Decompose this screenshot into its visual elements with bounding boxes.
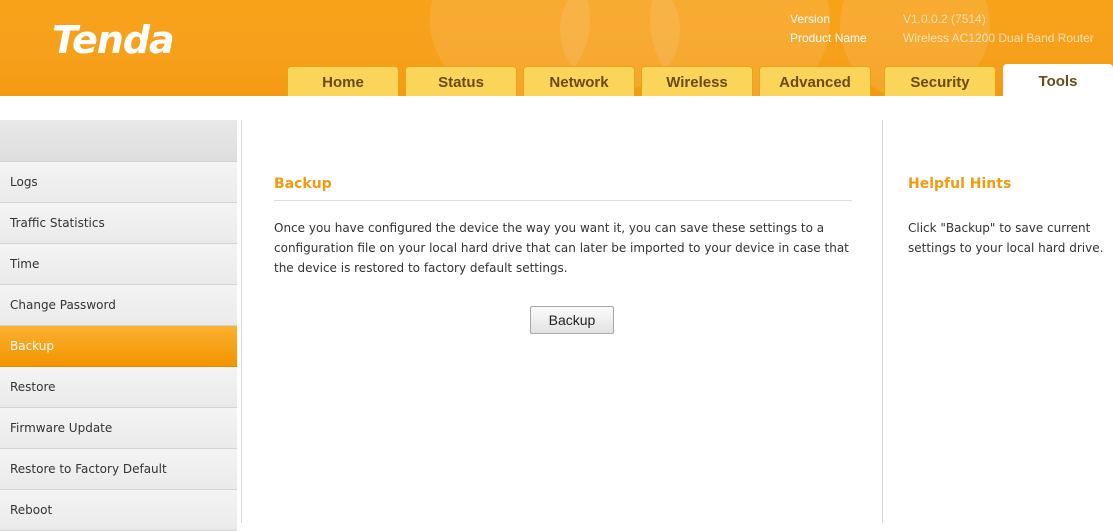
tab-status[interactable]: Status bbox=[405, 66, 517, 96]
version-value: V1.0.0.2 (7514) bbox=[903, 12, 986, 26]
page-title: Backup bbox=[274, 176, 332, 192]
header-gap bbox=[0, 96, 1113, 120]
tab-wireless[interactable]: Wireless bbox=[641, 66, 753, 96]
backup-description: Once you have configured the device the … bbox=[274, 221, 849, 275]
main-content: Backup Once you have configured the devi… bbox=[241, 120, 883, 523]
sidebar: Logs Traffic Statistics Time Change Pass… bbox=[0, 120, 237, 531]
title-divider bbox=[274, 200, 852, 201]
product-name-value: Wireless AC1200 Dual Band Router bbox=[903, 31, 1094, 45]
tenda-logo: Tenda bbox=[52, 18, 175, 62]
sidebar-item-change-password[interactable]: Change Password bbox=[0, 285, 237, 326]
tab-advanced[interactable]: Advanced bbox=[759, 66, 871, 96]
hints-text: Click "Backup" to save current settings … bbox=[908, 221, 1104, 255]
sidebar-item-reboot[interactable]: Reboot bbox=[0, 490, 237, 531]
tab-tools[interactable]: Tools bbox=[1003, 64, 1113, 96]
helpful-hints-panel: Helpful Hints Click "Backup" to save cur… bbox=[884, 120, 1113, 523]
product-name-label: Product Name bbox=[790, 31, 867, 45]
sidebar-item-logs[interactable]: Logs bbox=[0, 162, 237, 203]
backup-button[interactable]: Backup bbox=[530, 306, 614, 334]
sidebar-item-restore-factory-default[interactable]: Restore to Factory Default bbox=[0, 449, 237, 490]
sidebar-item-firmware-update[interactable]: Firmware Update bbox=[0, 408, 237, 449]
tab-security[interactable]: Security bbox=[884, 66, 996, 96]
tab-home[interactable]: Home bbox=[287, 66, 399, 96]
sidebar-top-bar bbox=[0, 120, 237, 162]
hints-title: Helpful Hints bbox=[908, 176, 1012, 192]
sidebar-item-backup[interactable]: Backup bbox=[0, 326, 237, 367]
sidebar-item-time[interactable]: Time bbox=[0, 244, 237, 285]
sidebar-item-restore[interactable]: Restore bbox=[0, 367, 237, 408]
version-label: Version bbox=[790, 12, 831, 26]
header-banner: Tenda Version V1.0.0.2 (7514) Product Na… bbox=[0, 0, 1113, 96]
sidebar-item-traffic-statistics[interactable]: Traffic Statistics bbox=[0, 203, 237, 244]
tab-network[interactable]: Network bbox=[523, 66, 635, 96]
